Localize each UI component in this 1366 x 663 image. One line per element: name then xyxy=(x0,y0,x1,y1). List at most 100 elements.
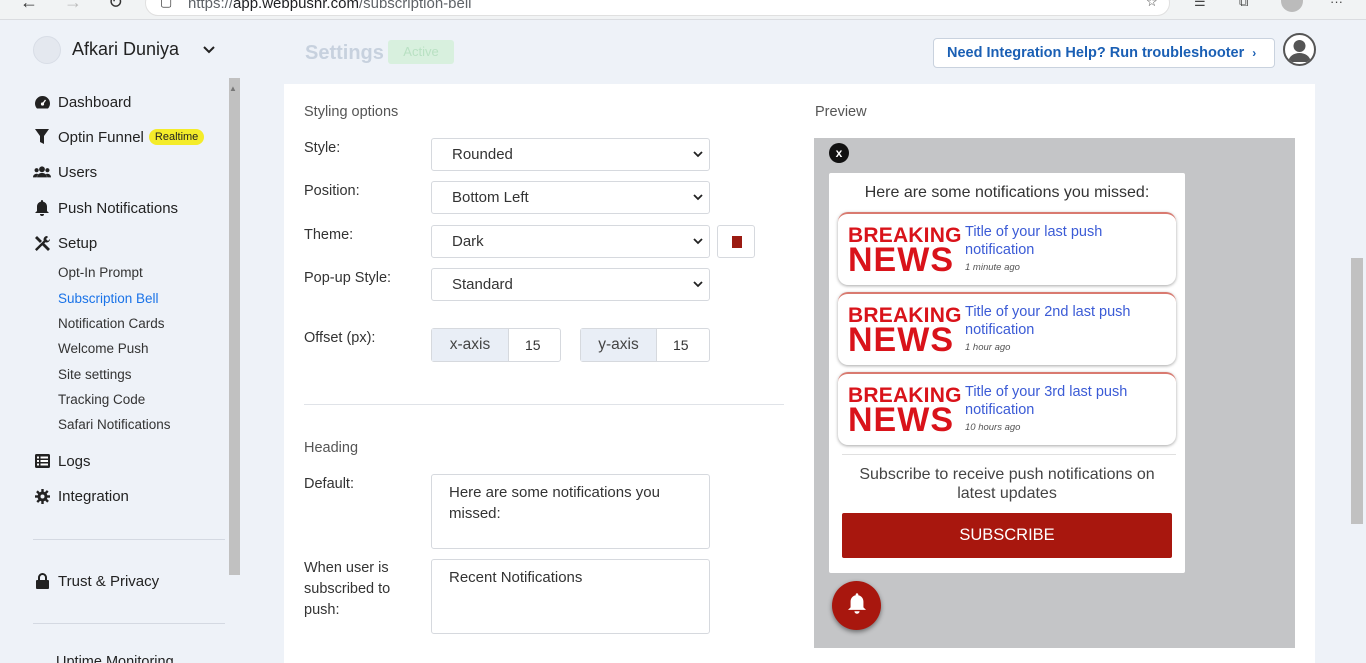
favorites-icon[interactable]: ☰ xyxy=(1194,0,1206,10)
sidebar-item-label: Logs xyxy=(58,452,91,470)
browser-profile-avatar[interactable] xyxy=(1281,0,1303,12)
subscribe-button[interactable]: SUBSCRIBE xyxy=(842,513,1172,558)
user-avatar[interactable] xyxy=(1283,33,1316,66)
position-select[interactable]: Bottom Left xyxy=(431,181,710,214)
gear-icon xyxy=(33,487,51,505)
sidebar-item-label: Trust & Privacy xyxy=(58,572,160,590)
x-axis-label: x-axis xyxy=(432,329,509,361)
sidebar-item-label: Setup xyxy=(58,234,98,252)
breaking-news-image: BREAKING NEWS xyxy=(848,224,962,279)
forward-arrow-icon[interactable]: → xyxy=(64,0,82,13)
y-axis-input-group: y-axis 15 xyxy=(580,328,710,362)
sidebar-sub-notification-cards[interactable]: Notification Cards xyxy=(58,316,165,331)
sidebar-divider xyxy=(33,623,225,624)
chevron-down-icon xyxy=(203,42,215,57)
popup-divider xyxy=(842,454,1176,455)
default-label: Default: xyxy=(304,476,354,492)
sidebar-item-label: Users xyxy=(58,163,98,181)
theme-select[interactable]: Dark xyxy=(431,225,710,258)
collections-icon[interactable]: ⧉ xyxy=(1239,0,1248,10)
realtime-badge: Realtime xyxy=(148,129,205,145)
sidebar-sub-subscription-bell[interactable]: Subscription Bell xyxy=(58,291,159,306)
sidebar-item-push-notifications[interactable]: Push Notifications xyxy=(33,197,178,219)
funnel-icon xyxy=(33,128,51,146)
sidebar-item-integration[interactable]: Integration xyxy=(33,485,129,507)
chevron-down-icon xyxy=(693,139,703,170)
bell-icon xyxy=(847,592,866,619)
tools-icon xyxy=(33,234,51,252)
sidebar-item-logs[interactable]: Logs xyxy=(33,450,91,472)
default-heading-textarea[interactable]: Here are some notifications you missed: xyxy=(431,474,710,549)
sidebar-divider xyxy=(33,539,225,540)
offset-label: Offset (px): xyxy=(304,330,376,346)
lock-icon xyxy=(33,572,51,590)
subscription-bell-button[interactable] xyxy=(832,581,881,630)
list-icon xyxy=(33,452,51,470)
sidebar-item-trust-privacy[interactable]: Trust & Privacy xyxy=(33,570,159,592)
sidebar-item-dashboard[interactable]: Dashboard xyxy=(33,91,131,113)
section-divider xyxy=(304,404,784,405)
y-axis-label: y-axis xyxy=(581,329,657,361)
close-icon[interactable]: x xyxy=(829,143,849,163)
subscribed-heading-textarea[interactable]: Recent Notifications xyxy=(431,559,710,634)
sidebar-item-setup[interactable]: Setup xyxy=(33,232,97,254)
notification-time: 1 minute ago xyxy=(965,262,1020,273)
sidebar-item-users[interactable]: Users xyxy=(33,161,97,183)
bell-icon xyxy=(33,199,51,217)
sidebar-sub-welcome-push[interactable]: Welcome Push xyxy=(58,341,149,356)
sidebar-sub-safari-notifications[interactable]: Safari Notifications xyxy=(58,417,171,432)
notification-card[interactable]: BREAKING NEWS Title of your 3rd last pus… xyxy=(838,372,1176,445)
add-favorite-icon[interactable]: ☆ xyxy=(1146,0,1158,10)
sidebar-item-label: Push Notifications xyxy=(58,199,179,217)
sidebar-sub-tracking-code[interactable]: Tracking Code xyxy=(58,392,145,407)
position-label: Position: xyxy=(304,183,360,199)
preview-title: Preview xyxy=(815,104,867,120)
notification-title[interactable]: Title of your 3rd last push notification xyxy=(965,383,1165,419)
sidebar-item-label: Integration xyxy=(58,487,129,505)
more-menu-icon[interactable]: ··· xyxy=(1330,0,1343,9)
sidebar-sub-opt-in-prompt[interactable]: Opt-In Prompt xyxy=(58,265,143,280)
gauge-icon xyxy=(33,93,51,111)
sidebar-item-label: Dashboard xyxy=(58,93,132,111)
users-icon xyxy=(33,163,51,181)
site-name: Afkari Duniya xyxy=(72,39,180,59)
x-axis-input[interactable]: 15 xyxy=(509,329,541,361)
sidebar-scrollbar[interactable] xyxy=(229,78,240,575)
page-scrollbar[interactable] xyxy=(1351,258,1363,524)
site-info-icon[interactable]: ▢ xyxy=(160,0,172,10)
theme-color-picker[interactable] xyxy=(717,225,755,258)
heading-section-title: Heading xyxy=(304,440,359,456)
page-title: Settings xyxy=(305,42,384,64)
styling-options-title: Styling options xyxy=(304,104,399,120)
sidebar-sub-site-settings[interactable]: Site settings xyxy=(58,367,132,382)
url-text[interactable]: https://app.webpushr.com/subscription-be… xyxy=(188,0,472,12)
chevron-down-icon xyxy=(693,269,703,300)
notification-card[interactable]: BREAKING NEWS Title of your last push no… xyxy=(838,212,1176,285)
popup-heading: Here are some notifications you missed: xyxy=(864,184,1150,201)
popup-style-select[interactable]: Standard xyxy=(431,268,710,301)
notification-card[interactable]: BREAKING NEWS Title of your 2nd last pus… xyxy=(838,292,1176,365)
style-label: Style: xyxy=(304,140,341,156)
refresh-icon[interactable]: ↻ xyxy=(108,0,123,13)
style-select[interactable]: Rounded xyxy=(431,138,710,171)
site-switcher[interactable]: Afkari Duniya xyxy=(33,36,253,66)
chevron-right-icon: › xyxy=(1252,46,1257,60)
subscribed-label: When user is subscribed to push: xyxy=(304,560,391,618)
scroll-up-arrow-icon[interactable]: ▲ xyxy=(229,84,237,93)
breaking-news-image: BREAKING NEWS xyxy=(848,384,962,439)
troubleshooter-button[interactable]: Need Integration Help? Run troubleshoote… xyxy=(933,38,1275,68)
subscribe-text: Subscribe to receive push notifications … xyxy=(859,466,1155,502)
y-axis-input[interactable]: 15 xyxy=(657,329,689,361)
browser-toolbar: ← → ↻ ▢ https://app.webpushr.com/subscri… xyxy=(0,0,1366,20)
notification-title[interactable]: Title of your 2nd last push notification xyxy=(965,303,1165,339)
x-axis-input-group: x-axis 15 xyxy=(431,328,561,362)
sidebar-item-uptime-monitoring[interactable]: Uptime Monitoring xyxy=(56,654,174,663)
chevron-down-icon xyxy=(693,226,703,257)
notification-title[interactable]: Title of your last push notification xyxy=(965,223,1165,259)
notification-time: 10 hours ago xyxy=(965,422,1021,433)
notification-time: 1 hour ago xyxy=(965,342,1011,353)
back-arrow-icon[interactable]: ← xyxy=(20,0,38,13)
chevron-down-icon xyxy=(693,182,703,213)
breaking-news-image: BREAKING NEWS xyxy=(848,304,962,359)
sidebar-item-optin-funnel[interactable]: Optin Funnel Realtime xyxy=(33,126,205,148)
